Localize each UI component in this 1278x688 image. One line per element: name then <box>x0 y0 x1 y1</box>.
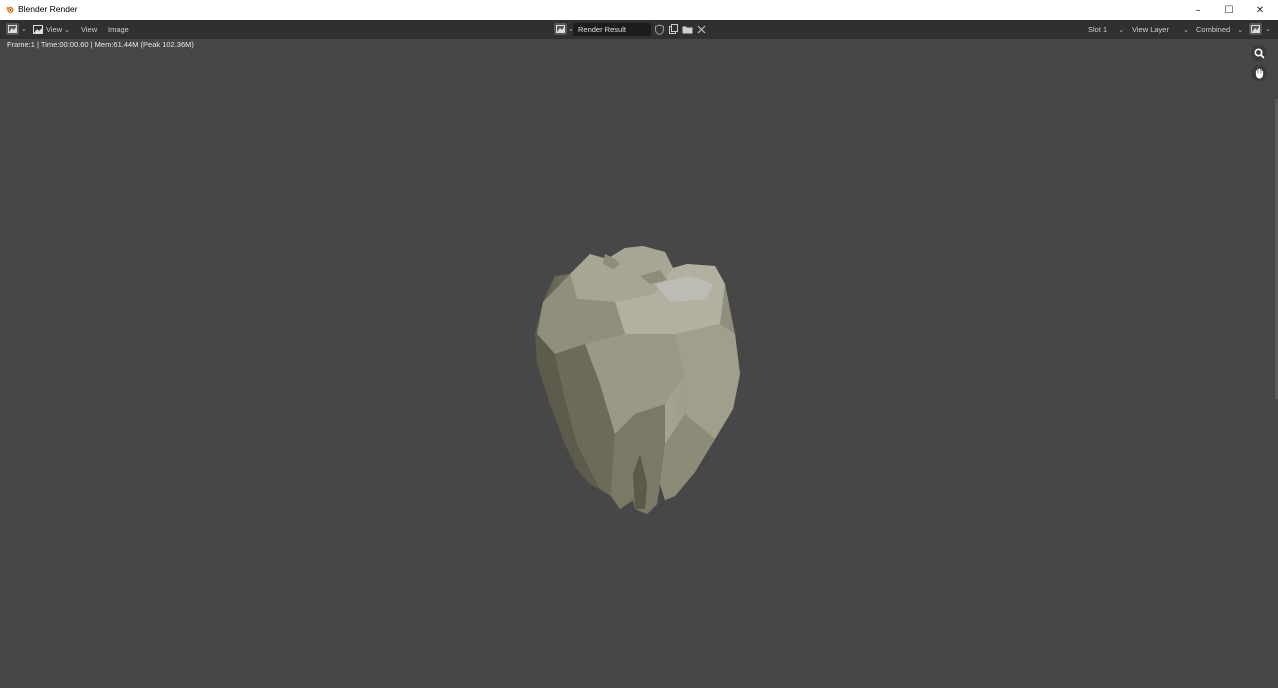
render-pass-dropdown[interactable]: Combined ⌄ <box>1196 23 1243 36</box>
slot-dropdown[interactable]: Slot 1 ⌄ <box>1088 23 1124 36</box>
folder-icon[interactable] <box>682 24 693 35</box>
image-browse-icon <box>556 25 565 33</box>
display-channels-icon <box>1251 25 1260 33</box>
view-mode-label: View <box>46 25 63 34</box>
view-mode-icon <box>33 25 43 34</box>
image-viewport[interactable] <box>0 39 1278 688</box>
render-result-frame <box>315 184 958 546</box>
new-image-icon[interactable] <box>668 24 679 35</box>
hand-icon <box>1255 67 1263 78</box>
chevron-down-icon: ⌄ <box>1265 25 1271 33</box>
close-icon[interactable] <box>696 24 707 35</box>
view-mode-dropdown[interactable]: View ⌄ <box>46 23 70 36</box>
image-editor-icon <box>8 25 17 33</box>
view-layer-dropdown[interactable]: View Layer ⌄ <box>1132 23 1189 36</box>
blender-logo-icon <box>5 6 14 14</box>
minimize-button[interactable]: – <box>1183 0 1213 20</box>
chevron-down-icon: ⌄ <box>1237 27 1244 34</box>
chevron-down-icon: ⌄ <box>64 26 70 34</box>
maximize-button[interactable]: ☐ <box>1214 0 1244 20</box>
menu-view[interactable]: View <box>81 23 97 36</box>
chevron-down-icon: ⌄ <box>1118 27 1125 34</box>
shield-icon[interactable] <box>654 24 665 35</box>
zoom-icon <box>1253 47 1265 59</box>
display-channels-button[interactable] <box>1249 23 1262 35</box>
close-window-button[interactable]: ✕ <box>1245 0 1275 20</box>
menu-image[interactable]: Image <box>108 23 129 36</box>
window-title: Blender Render <box>18 4 78 14</box>
image-name-field[interactable]: Render Result <box>573 23 651 36</box>
tooth-render-image <box>535 246 740 514</box>
editor-type-button[interactable] <box>6 23 19 35</box>
view-mode-button[interactable] <box>31 23 44 35</box>
image-browse-button[interactable] <box>554 23 567 35</box>
chevron-down-icon: ⌄ <box>1183 27 1189 34</box>
view-layer-label: View Layer <box>1132 25 1169 34</box>
window-titlebar: Blender Render – ☐ ✕ <box>0 0 1278 20</box>
render-pass-label: Combined <box>1196 25 1231 34</box>
slot-label: Slot 1 <box>1088 25 1108 34</box>
pan-gizmo[interactable] <box>1251 65 1267 81</box>
chevron-down-icon: ⌄ <box>21 25 27 33</box>
zoom-gizmo[interactable] <box>1251 45 1267 61</box>
render-info-text: Frame:1 | Time:00:00.60 | Mem:61.44M (Pe… <box>7 40 194 49</box>
